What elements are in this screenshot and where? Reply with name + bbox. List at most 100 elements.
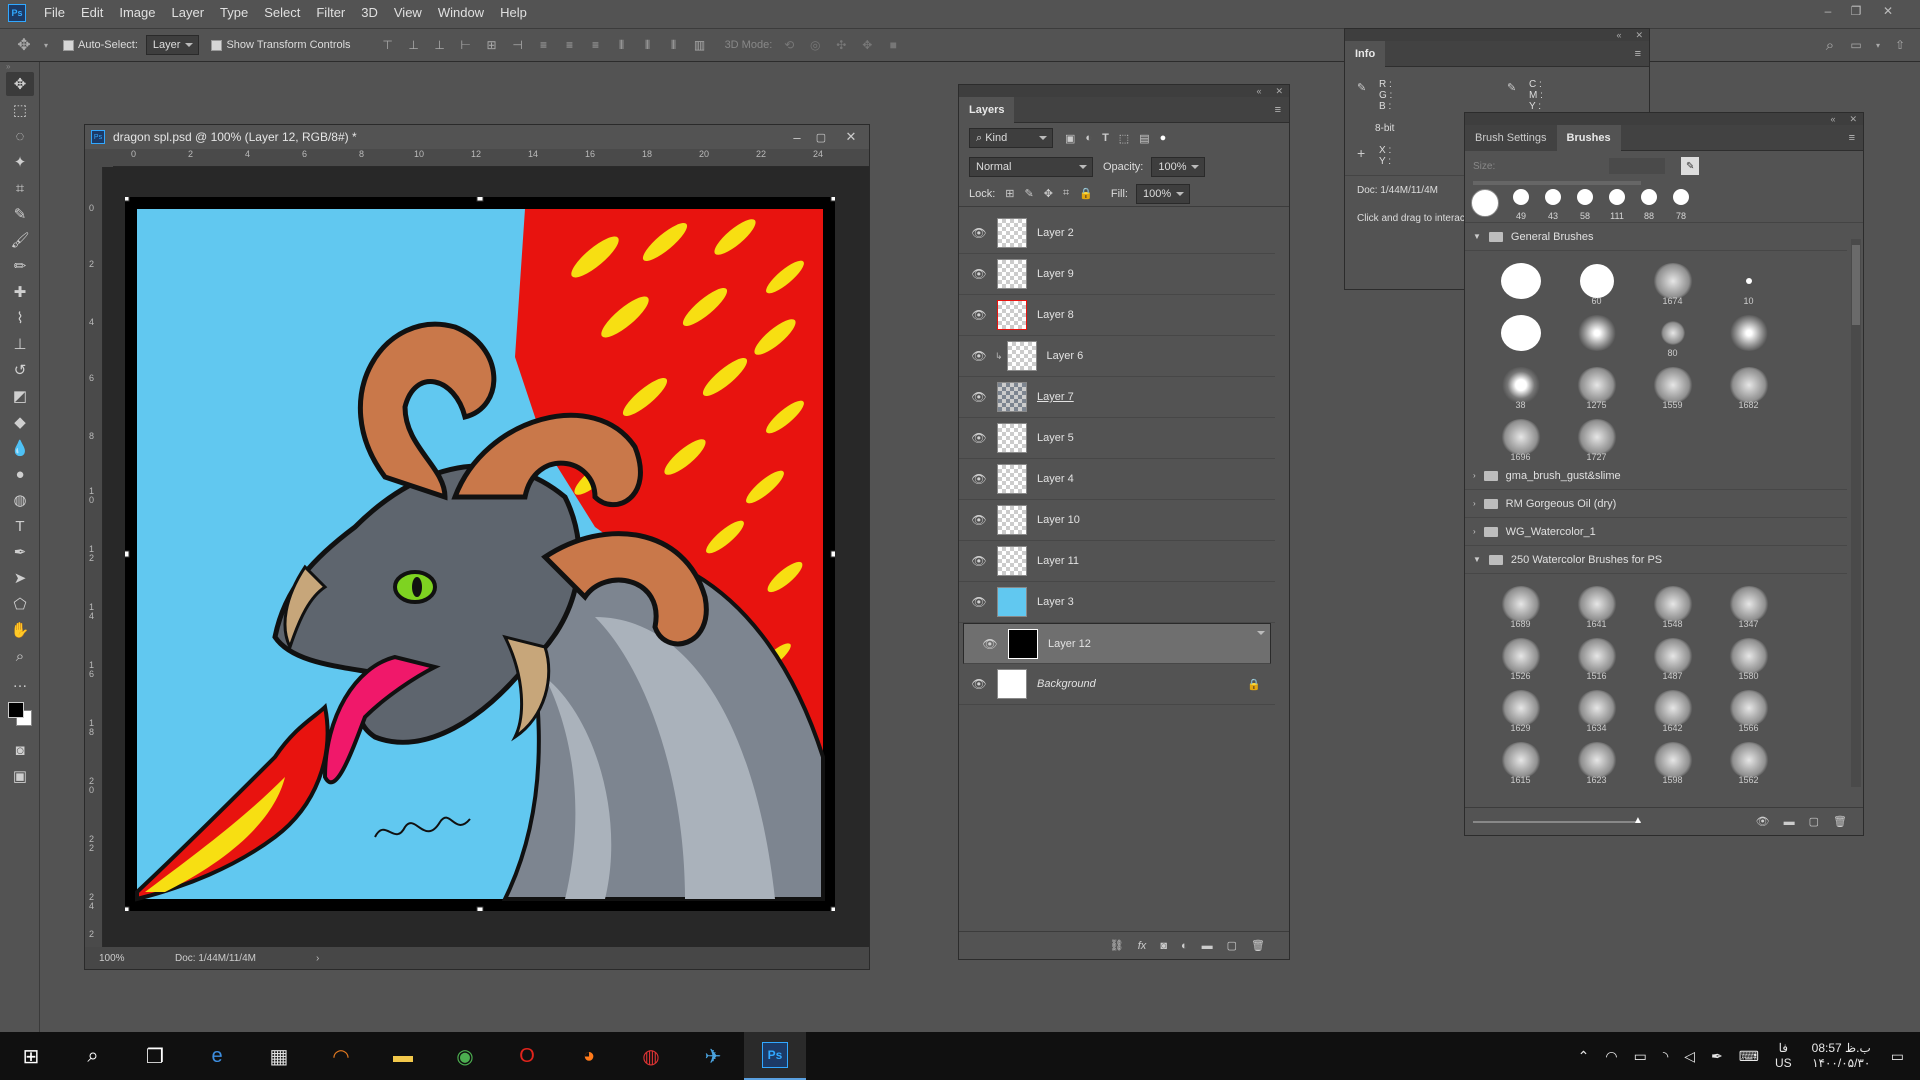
panel-menu-icon[interactable]: ≡: [1275, 104, 1281, 116]
eye-icon[interactable]: 👁: [967, 267, 991, 281]
recent-brush[interactable]: 78: [1671, 189, 1691, 221]
3d-rotate-icon[interactable]: ⟲: [781, 37, 797, 53]
distribute-hcenter-icon[interactable]: ⦀: [640, 37, 656, 53]
layer-name[interactable]: Layer 5: [1037, 432, 1074, 444]
layer-row[interactable]: 👁 Layer 9: [959, 254, 1275, 295]
lock-artboard-icon[interactable]: ⌗: [1063, 187, 1069, 200]
color-swatches[interactable]: [0, 696, 39, 736]
recent-brush[interactable]: 49: [1511, 189, 1531, 221]
crop-tool-icon[interactable]: ⌗: [6, 176, 34, 200]
photoshop-taskbar-icon[interactable]: Ps: [744, 1032, 806, 1080]
brush-preset[interactable]: 1487: [1635, 630, 1710, 681]
eye-icon[interactable]: 👁: [967, 349, 991, 363]
brush-preset[interactable]: 1727: [1559, 411, 1634, 462]
brush-tool-icon[interactable]: 🖌: [6, 228, 34, 252]
lock-position-icon[interactable]: ✥: [1044, 187, 1053, 200]
share-icon[interactable]: ⇧: [1892, 37, 1908, 53]
menu-help[interactable]: Help: [492, 0, 535, 26]
align-vcenter-icon[interactable]: ⊥: [406, 37, 422, 53]
distribute-bottom-icon[interactable]: ≡: [588, 37, 604, 53]
menu-layer[interactable]: Layer: [164, 0, 213, 26]
distribute-left-icon[interactable]: ⦀: [614, 37, 630, 53]
layer-name[interactable]: Layer 7: [1037, 391, 1074, 403]
tab-layers[interactable]: Layers: [959, 96, 1015, 123]
brush-preset[interactable]: 1674: [1635, 255, 1710, 306]
zoom-level[interactable]: 100%: [85, 953, 145, 964]
move-tool-icon[interactable]: ✥: [6, 72, 34, 96]
panel-menu-icon[interactable]: ≡: [1849, 132, 1855, 144]
auto-select-checkbox[interactable]: [63, 39, 74, 51]
eye-icon[interactable]: 👁: [978, 635, 1002, 653]
close-icon[interactable]: ✕: [833, 129, 869, 145]
path-selection-tool-icon[interactable]: ➤: [6, 566, 34, 590]
brush-preset[interactable]: 1559: [1635, 359, 1710, 410]
stamp-tool-icon[interactable]: ⊥: [6, 332, 34, 356]
app-icon[interactable]: ◍: [620, 1032, 682, 1080]
ruler-origin[interactable]: [85, 149, 113, 167]
opera-icon[interactable]: O: [496, 1032, 558, 1080]
edge-browser-icon[interactable]: e: [186, 1032, 248, 1080]
chevron-right-icon[interactable]: ›: [1473, 527, 1476, 536]
horizontal-ruler[interactable]: 0 2 4 6 8 10 12 14 16 18 20 22 24: [113, 149, 869, 167]
minimize-icon[interactable]: –: [785, 130, 809, 145]
collapse-icon[interactable]: «: [1830, 114, 1835, 124]
layer-row[interactable]: 👁 Layer 2: [959, 213, 1275, 254]
clock[interactable]: 08:57 ب.ظ ۱۴۰۰/۰۵/۳۰: [1812, 1041, 1871, 1071]
brushes-scrollbar[interactable]: [1851, 239, 1861, 787]
audible-icon[interactable]: ◠: [310, 1032, 372, 1080]
tab-brushes[interactable]: Brushes: [1556, 124, 1621, 151]
menu-file[interactable]: File: [36, 0, 73, 26]
align-right-icon[interactable]: ⊣: [510, 37, 526, 53]
panel-topbar[interactable]: «✕: [1345, 29, 1649, 41]
brush-preset[interactable]: 1642: [1635, 682, 1710, 733]
type-filter-icon[interactable]: T: [1102, 132, 1109, 144]
search-icon[interactable]: ⌕: [1822, 37, 1838, 54]
layer-row[interactable]: 👁 Layer 4: [959, 459, 1275, 500]
pen-icon[interactable]: ✒: [1711, 1048, 1723, 1065]
3d-scale-icon[interactable]: ■: [885, 37, 901, 53]
brush-preset[interactable]: 1682: [1711, 359, 1786, 410]
brush-preset[interactable]: 10: [1711, 255, 1786, 306]
menu-select[interactable]: Select: [256, 0, 308, 26]
layer-name[interactable]: Background: [1037, 678, 1096, 690]
chevron-up-icon[interactable]: ⌃: [1578, 1048, 1590, 1065]
chevron-right-icon[interactable]: ›: [1473, 499, 1476, 508]
close-icon[interactable]: ✕: [1275, 86, 1283, 97]
brush-preset[interactable]: 1623: [1559, 734, 1634, 785]
layer-row[interactable]: 👁 Layer 10: [959, 500, 1275, 541]
brush-preset[interactable]: 1580: [1711, 630, 1786, 681]
auto-align-icon[interactable]: ▥: [692, 37, 708, 53]
lock-pixels-icon[interactable]: ✎: [1025, 187, 1034, 200]
eye-icon[interactable]: 👁: [967, 554, 991, 568]
brush-preset[interactable]: 1598: [1635, 734, 1710, 785]
eye-icon[interactable]: 👁: [967, 226, 991, 240]
fill-input[interactable]: 100%: [1135, 183, 1190, 204]
recent-brush[interactable]: 58: [1575, 189, 1595, 221]
tab-brush-settings[interactable]: Brush Settings: [1465, 124, 1557, 151]
lock-all-icon[interactable]: 🔒: [1079, 187, 1093, 200]
file-explorer-icon[interactable]: ▬: [372, 1032, 434, 1080]
restore-icon[interactable]: ❐: [1842, 0, 1870, 22]
close-icon[interactable]: ✕: [1874, 0, 1902, 22]
quick-mask-icon[interactable]: ◙: [6, 738, 34, 762]
distribute-top-icon[interactable]: ≡: [536, 37, 552, 53]
layer-row-selected[interactable]: 👁 Layer 12: [963, 623, 1271, 664]
folder-brush-set[interactable]: › gma_brush_gust&slime: [1465, 462, 1847, 490]
menu-filter[interactable]: Filter: [308, 0, 353, 26]
hand-tool-icon[interactable]: ✋: [6, 618, 34, 642]
maximize-icon[interactable]: ▢: [809, 131, 833, 144]
task-view-icon[interactable]: ❐: [124, 1032, 186, 1080]
show-transform-checkbox[interactable]: [211, 39, 223, 51]
move-tool-icon[interactable]: ✥: [16, 37, 32, 54]
menu-image[interactable]: Image: [111, 0, 163, 26]
eyedropper-tool-icon[interactable]: ✎: [6, 202, 34, 226]
brush-preset[interactable]: [1559, 307, 1634, 358]
new-group-icon[interactable]: ▬: [1784, 816, 1795, 828]
opacity-input[interactable]: 100%: [1151, 157, 1206, 177]
layer-row[interactable]: 👁 Background 🔒: [959, 664, 1275, 705]
brush-preset[interactable]: 38: [1483, 359, 1558, 410]
brush-preset[interactable]: 1629: [1483, 682, 1558, 733]
align-left-icon[interactable]: ⊢: [458, 37, 474, 53]
layer-name[interactable]: Layer 12: [1048, 635, 1091, 653]
layer-row[interactable]: 👁 Layer 5: [959, 418, 1275, 459]
